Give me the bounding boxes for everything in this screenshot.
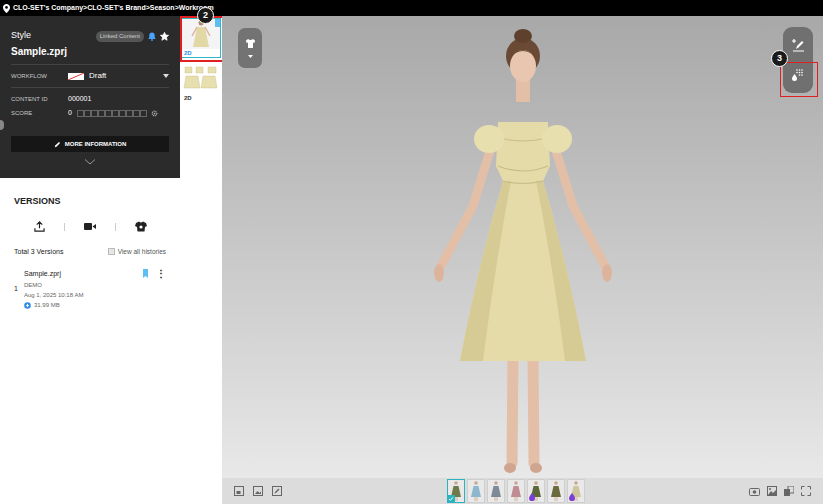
bookmark-icon[interactable]: [143, 269, 148, 278]
fullscreen-icon[interactable]: [801, 486, 811, 496]
fabric-drop-icon: [569, 493, 575, 501]
colorway-dress-icon: [548, 480, 564, 502]
score-square[interactable]: [105, 110, 112, 117]
workflow-label: WORKFLOW: [11, 72, 68, 81]
fabric-grid-icon[interactable]: [791, 68, 805, 82]
colorway-thumbnail[interactable]: [507, 479, 525, 503]
dropdown-arrow-icon: [248, 55, 253, 58]
versions-title: VERSIONS: [14, 195, 166, 209]
background-icon[interactable]: [767, 486, 777, 496]
colorway-thumbnail[interactable]: [447, 479, 465, 503]
thumbnail-label: 2D: [182, 49, 220, 57]
colorway-dress-icon: [488, 480, 504, 502]
add-annotation-icon[interactable]: [791, 38, 805, 52]
version-index: 1: [14, 284, 24, 295]
version-date: Aug 1, 2025 10:18 AM: [24, 291, 143, 300]
colorway-thumbnail[interactable]: [487, 479, 505, 503]
avatar-view-icon: [245, 38, 256, 49]
image-export-icon[interactable]: [253, 486, 263, 496]
view-all-histories[interactable]: View all histories: [108, 247, 166, 257]
camera-icon[interactable]: [749, 487, 760, 496]
colorway-thumbnail[interactable]: [527, 479, 545, 503]
breadcrumb[interactable]: CLO-SET's Company>CLO-SET's Brand>Season…: [13, 3, 214, 14]
more-information-label: MORE INFORMATION: [65, 140, 127, 149]
score-label: SCORE: [11, 109, 68, 118]
colorway-thumbnail[interactable]: [567, 479, 585, 503]
version-size: 31.99 MB: [34, 301, 60, 310]
edit-view-icon[interactable]: [272, 486, 282, 496]
score-square[interactable]: [77, 110, 84, 117]
workflow-value: Draft: [89, 70, 158, 82]
style-name: Sample.zprj: [11, 46, 169, 58]
annotation-badge: 3: [771, 50, 788, 67]
garment-icon[interactable]: [135, 221, 147, 232]
style-panel: Style Linked Content Sample.zprj WORKFLO…: [0, 16, 180, 504]
annotation-badge: 2: [197, 7, 214, 24]
content-id-value: 000001: [68, 94, 91, 105]
view-mode-button[interactable]: [238, 28, 262, 68]
version-list: 1Sample.zprjDEMOAug 1, 2025 10:18 AM31.9…: [14, 269, 166, 310]
star-icon[interactable]: [160, 32, 169, 41]
pattern-2d-thumbnail-icon: [182, 64, 220, 94]
score-rating[interactable]: [77, 110, 147, 117]
fabric-drop-icon: [529, 493, 535, 501]
workflow-swatch-icon: [68, 73, 84, 80]
bell-icon[interactable]: [148, 32, 156, 41]
selected-flag: [215, 19, 220, 27]
pencil-icon: [54, 141, 61, 148]
score-value: 0: [68, 108, 77, 119]
video-icon[interactable]: [84, 222, 96, 231]
view-thumbnails: 2D 2D: [180, 16, 222, 504]
annotation-box: [780, 62, 818, 97]
style-label: Style: [11, 29, 31, 43]
location-pin-icon: [3, 4, 10, 13]
workflow-dropdown[interactable]: Draft: [68, 70, 169, 82]
score-square[interactable]: [140, 110, 147, 117]
colorway-thumbnail[interactable]: [467, 479, 485, 503]
content-id-label: CONTENT ID: [11, 95, 68, 104]
viewport[interactable]: [222, 16, 823, 504]
annotation-number: 3: [777, 54, 782, 63]
gear-icon[interactable]: [151, 110, 158, 117]
view-all-label: View all histories: [118, 247, 166, 257]
version-name[interactable]: Sample.zprj: [24, 269, 143, 280]
caret-down-icon: [163, 74, 169, 78]
breadcrumb-bar: CLO-SET's Company>CLO-SET's Brand>Season…: [0, 0, 823, 16]
more-information-button[interactable]: MORE INFORMATION: [11, 136, 169, 152]
score-square[interactable]: [126, 110, 133, 117]
view-thumbnail[interactable]: 2D: [181, 63, 221, 103]
score-square[interactable]: [98, 110, 105, 117]
version-menu-button[interactable]: ⋮: [156, 269, 166, 278]
linked-content-badge: Linked Content: [96, 31, 144, 42]
check-icon: [448, 496, 454, 502]
total-versions: Total 3 Versions: [14, 247, 63, 258]
view-all-checkbox[interactable]: [108, 248, 115, 255]
score-square[interactable]: [91, 110, 98, 117]
score-square[interactable]: [84, 110, 91, 117]
score-square[interactable]: [119, 110, 126, 117]
upload-icon[interactable]: [34, 221, 45, 232]
annotation-number: 2: [203, 11, 208, 20]
version-author: DEMO: [24, 281, 143, 290]
view-thumbnail[interactable]: 2D: [181, 18, 221, 58]
thumbnail-label: 2D: [182, 94, 220, 102]
viewport-bottom-bar: [222, 478, 823, 504]
score-square[interactable]: [133, 110, 140, 117]
avatar-figure[interactable]: [403, 16, 643, 478]
versions-section: VERSIONS Total 3 Versions View all h: [0, 178, 180, 504]
file-type-icon: [24, 302, 31, 309]
version-row[interactable]: 1Sample.zprjDEMOAug 1, 2025 10:18 AM31.9…: [14, 269, 166, 310]
colorway-strip: [282, 479, 749, 503]
selected-check: [448, 495, 455, 502]
style-info: Style Linked Content Sample.zprj WORKFLO…: [0, 16, 180, 178]
colorway-dress-icon: [508, 480, 524, 502]
snapshot-icon[interactable]: [234, 486, 244, 496]
score-square[interactable]: [112, 110, 119, 117]
colorway-thumbnail[interactable]: [547, 479, 565, 503]
chevron-down-icon[interactable]: [84, 159, 96, 165]
colorway-icon[interactable]: [784, 486, 794, 496]
colorway-dress-icon: [468, 480, 484, 502]
